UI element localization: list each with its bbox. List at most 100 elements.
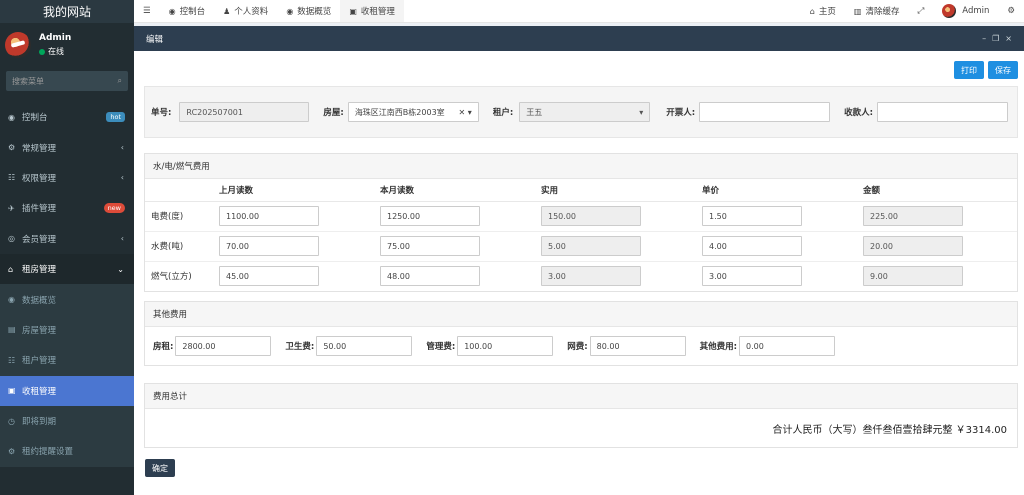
- sidebar-item-overview[interactable]: ◉ 数据概览: [0, 284, 134, 315]
- menu-search-input[interactable]: 搜索菜单 ⌕: [6, 71, 128, 91]
- menu-toggle-icon[interactable]: ☰: [134, 0, 160, 22]
- house-select-value: 海珠区江南西B栋2003室: [354, 107, 445, 117]
- sidebar-item-label: 即将到期: [22, 417, 57, 428]
- user-name: Admin: [39, 33, 72, 43]
- confirm-button[interactable]: 确定: [145, 459, 175, 477]
- sidebar-item-plugins[interactable]: ✈ 插件管理 new: [0, 193, 134, 223]
- clear-cache-link[interactable]: ▥ 清除缓存: [845, 0, 909, 22]
- internet-label: 网费:: [567, 342, 588, 352]
- home-icon: ⌂: [8, 264, 14, 274]
- sidebar-item-houses[interactable]: ▤ 房屋管理: [0, 314, 134, 346]
- sidebar-item-general[interactable]: ⚙ 常规管理 ‹: [0, 132, 134, 162]
- rent-input[interactable]: 2800.00: [175, 336, 272, 356]
- prev-reading-input[interactable]: 1100.00: [219, 206, 319, 226]
- sidebar-item-permissions[interactable]: ☷ 权限管理 ‹: [0, 163, 134, 193]
- house-select[interactable]: 海珠区江南西B栋2003室 ✕ ▾: [347, 102, 479, 122]
- user-panel: Admin 在线: [0, 23, 134, 67]
- sidebar-item-label: 插件管理: [22, 204, 57, 215]
- column-header: 上月读数: [213, 179, 374, 202]
- chevron-left-icon: ‹: [120, 234, 124, 244]
- user-icon: ♟: [223, 6, 231, 16]
- cogs-icon: ⚙: [8, 143, 16, 153]
- management-label: 管理费:: [426, 342, 456, 352]
- sidebar-item-label: 会员管理: [22, 234, 57, 245]
- curr-reading-input[interactable]: 75.00: [380, 236, 480, 256]
- fullscreen-icon[interactable]: ⤢: [908, 0, 933, 22]
- used-field: 150.00: [541, 206, 641, 226]
- prev-reading-input[interactable]: 45.00: [219, 266, 319, 287]
- toolbar: 打印 保存: [954, 61, 1018, 79]
- prev-reading-input[interactable]: 70.00: [219, 236, 319, 256]
- save-button[interactable]: 保存: [988, 61, 1018, 79]
- utilities-table: 上月读数 本月读数 实用 单价 金额 电费(度) 1100.00 1250.00…: [145, 179, 1017, 291]
- tab-dashboard[interactable]: ◉ 控制台: [160, 0, 215, 22]
- site-logo[interactable]: 我的网站: [0, 0, 134, 23]
- clear-chevron-icon[interactable]: ✕ ▾: [459, 108, 472, 117]
- sidebar-item-label: 租房管理: [22, 265, 57, 276]
- other-label: 其他费用:: [699, 342, 738, 352]
- tab-overview[interactable]: ◉ 数据概览: [277, 0, 340, 22]
- amount-field: 9.00: [863, 266, 963, 287]
- user-menu-label: Admin: [962, 6, 990, 16]
- utility-name: 电费(度): [145, 201, 213, 232]
- column-header: 金额: [857, 179, 1017, 202]
- payee-field[interactable]: [877, 102, 1009, 122]
- sanitation-label: 卫生费:: [285, 342, 315, 352]
- payee-label: 收款人:: [844, 108, 874, 118]
- sidebar-item-tenants[interactable]: ☷ 租户管理: [0, 345, 134, 376]
- sidebar-item-label: 数据概览: [22, 295, 57, 306]
- sidebar-item-label: 常规管理: [22, 143, 57, 154]
- other-input[interactable]: 0.00: [739, 336, 836, 356]
- chevron-down-icon: ⌄: [117, 264, 124, 274]
- avatar: [942, 4, 957, 18]
- column-header: 实用: [535, 179, 696, 202]
- sidebar-menu: ◉ 控制台 hot ⚙ 常规管理 ‹ ☷ 权限管理 ‹ ✈ 插件管理 new ◎…: [0, 102, 134, 467]
- search-icon[interactable]: ⌕: [118, 76, 122, 86]
- summary-section: 费用总计 合计人民币（大写）叁仟叁佰壹拾肆元整 ￥3314.00: [144, 383, 1018, 448]
- column-header: [145, 179, 213, 202]
- sidebar-item-dashboard[interactable]: ◉ 控制台 hot: [0, 102, 134, 132]
- sanitation-input[interactable]: 50.00: [316, 336, 413, 356]
- avatar: [5, 32, 31, 58]
- home-label: 主页: [818, 7, 836, 17]
- internet-input[interactable]: 80.00: [589, 336, 686, 356]
- unit-price-input[interactable]: 1.50: [702, 206, 802, 226]
- tab-rent-collection[interactable]: ▣ 收租管理: [340, 0, 404, 22]
- sidebar-item-label: 收租管理: [22, 386, 57, 397]
- clear-cache-label: 清除缓存: [865, 7, 900, 17]
- number-field[interactable]: RC202507001: [179, 102, 310, 122]
- user-menu[interactable]: Admin: [933, 0, 998, 22]
- management-input[interactable]: 100.00: [457, 336, 554, 356]
- house-label: 房屋:: [323, 108, 344, 118]
- minimize-icon[interactable]: –: [982, 34, 992, 43]
- receipt-header-row: 单号: RC202507001 房屋: 海珠区江南西B栋2003室 ✕ ▾ 租户…: [144, 86, 1018, 138]
- table-row: 燃气(立方) 45.00 48.00 3.00 3.00 9.00: [145, 261, 1017, 291]
- total-amount: 合计人民币（大写）叁仟叁佰壹拾肆元整 ￥3314.00: [772, 424, 1007, 436]
- sidebar-item-members[interactable]: ◎ 会员管理 ‹: [0, 224, 134, 254]
- home-link[interactable]: ⌂ 主页: [801, 0, 845, 22]
- unit-price-input[interactable]: 3.00: [702, 266, 802, 287]
- issuer-field[interactable]: [699, 102, 831, 122]
- overview-icon: ◉: [286, 6, 294, 16]
- curr-reading-input[interactable]: 1250.00: [380, 206, 480, 226]
- unit-price-input[interactable]: 4.00: [702, 236, 802, 256]
- close-icon[interactable]: ×: [1005, 34, 1018, 43]
- panel-header: 编辑 –❐×: [134, 26, 1024, 51]
- user-status-label: 在线: [48, 47, 64, 56]
- maximize-icon[interactable]: ❐: [992, 34, 1005, 43]
- sidebar-item-rent-collection[interactable]: ▣ 收租管理: [0, 375, 134, 406]
- curr-reading-input[interactable]: 48.00: [380, 266, 480, 287]
- tenant-select[interactable]: 王五 ▾: [519, 102, 651, 122]
- other-fees-row: 房租: 2800.00 卫生费: 50.00 管理费: 100.00 网费: 8…: [145, 327, 1017, 365]
- print-button[interactable]: 打印: [954, 61, 984, 79]
- other-fees-title: 其他费用: [145, 302, 1017, 327]
- sidebar-item-lease-reminder[interactable]: ⚙ 租约提醒设置: [0, 436, 134, 467]
- sidebar-item-expiring[interactable]: ◷ 即将到期: [0, 405, 134, 437]
- skin-settings-icon[interactable]: ⚙: [998, 0, 1024, 22]
- sidebar-item-rental[interactable]: ⌂ 租房管理 ⌄: [0, 253, 134, 285]
- tab-profile[interactable]: ♟ 个人资料: [214, 0, 277, 22]
- tab-label: 收租管理: [360, 7, 395, 17]
- sidebar-item-label: 租户管理: [22, 356, 57, 367]
- used-field: 5.00: [541, 236, 641, 256]
- hot-badge: hot: [106, 112, 125, 123]
